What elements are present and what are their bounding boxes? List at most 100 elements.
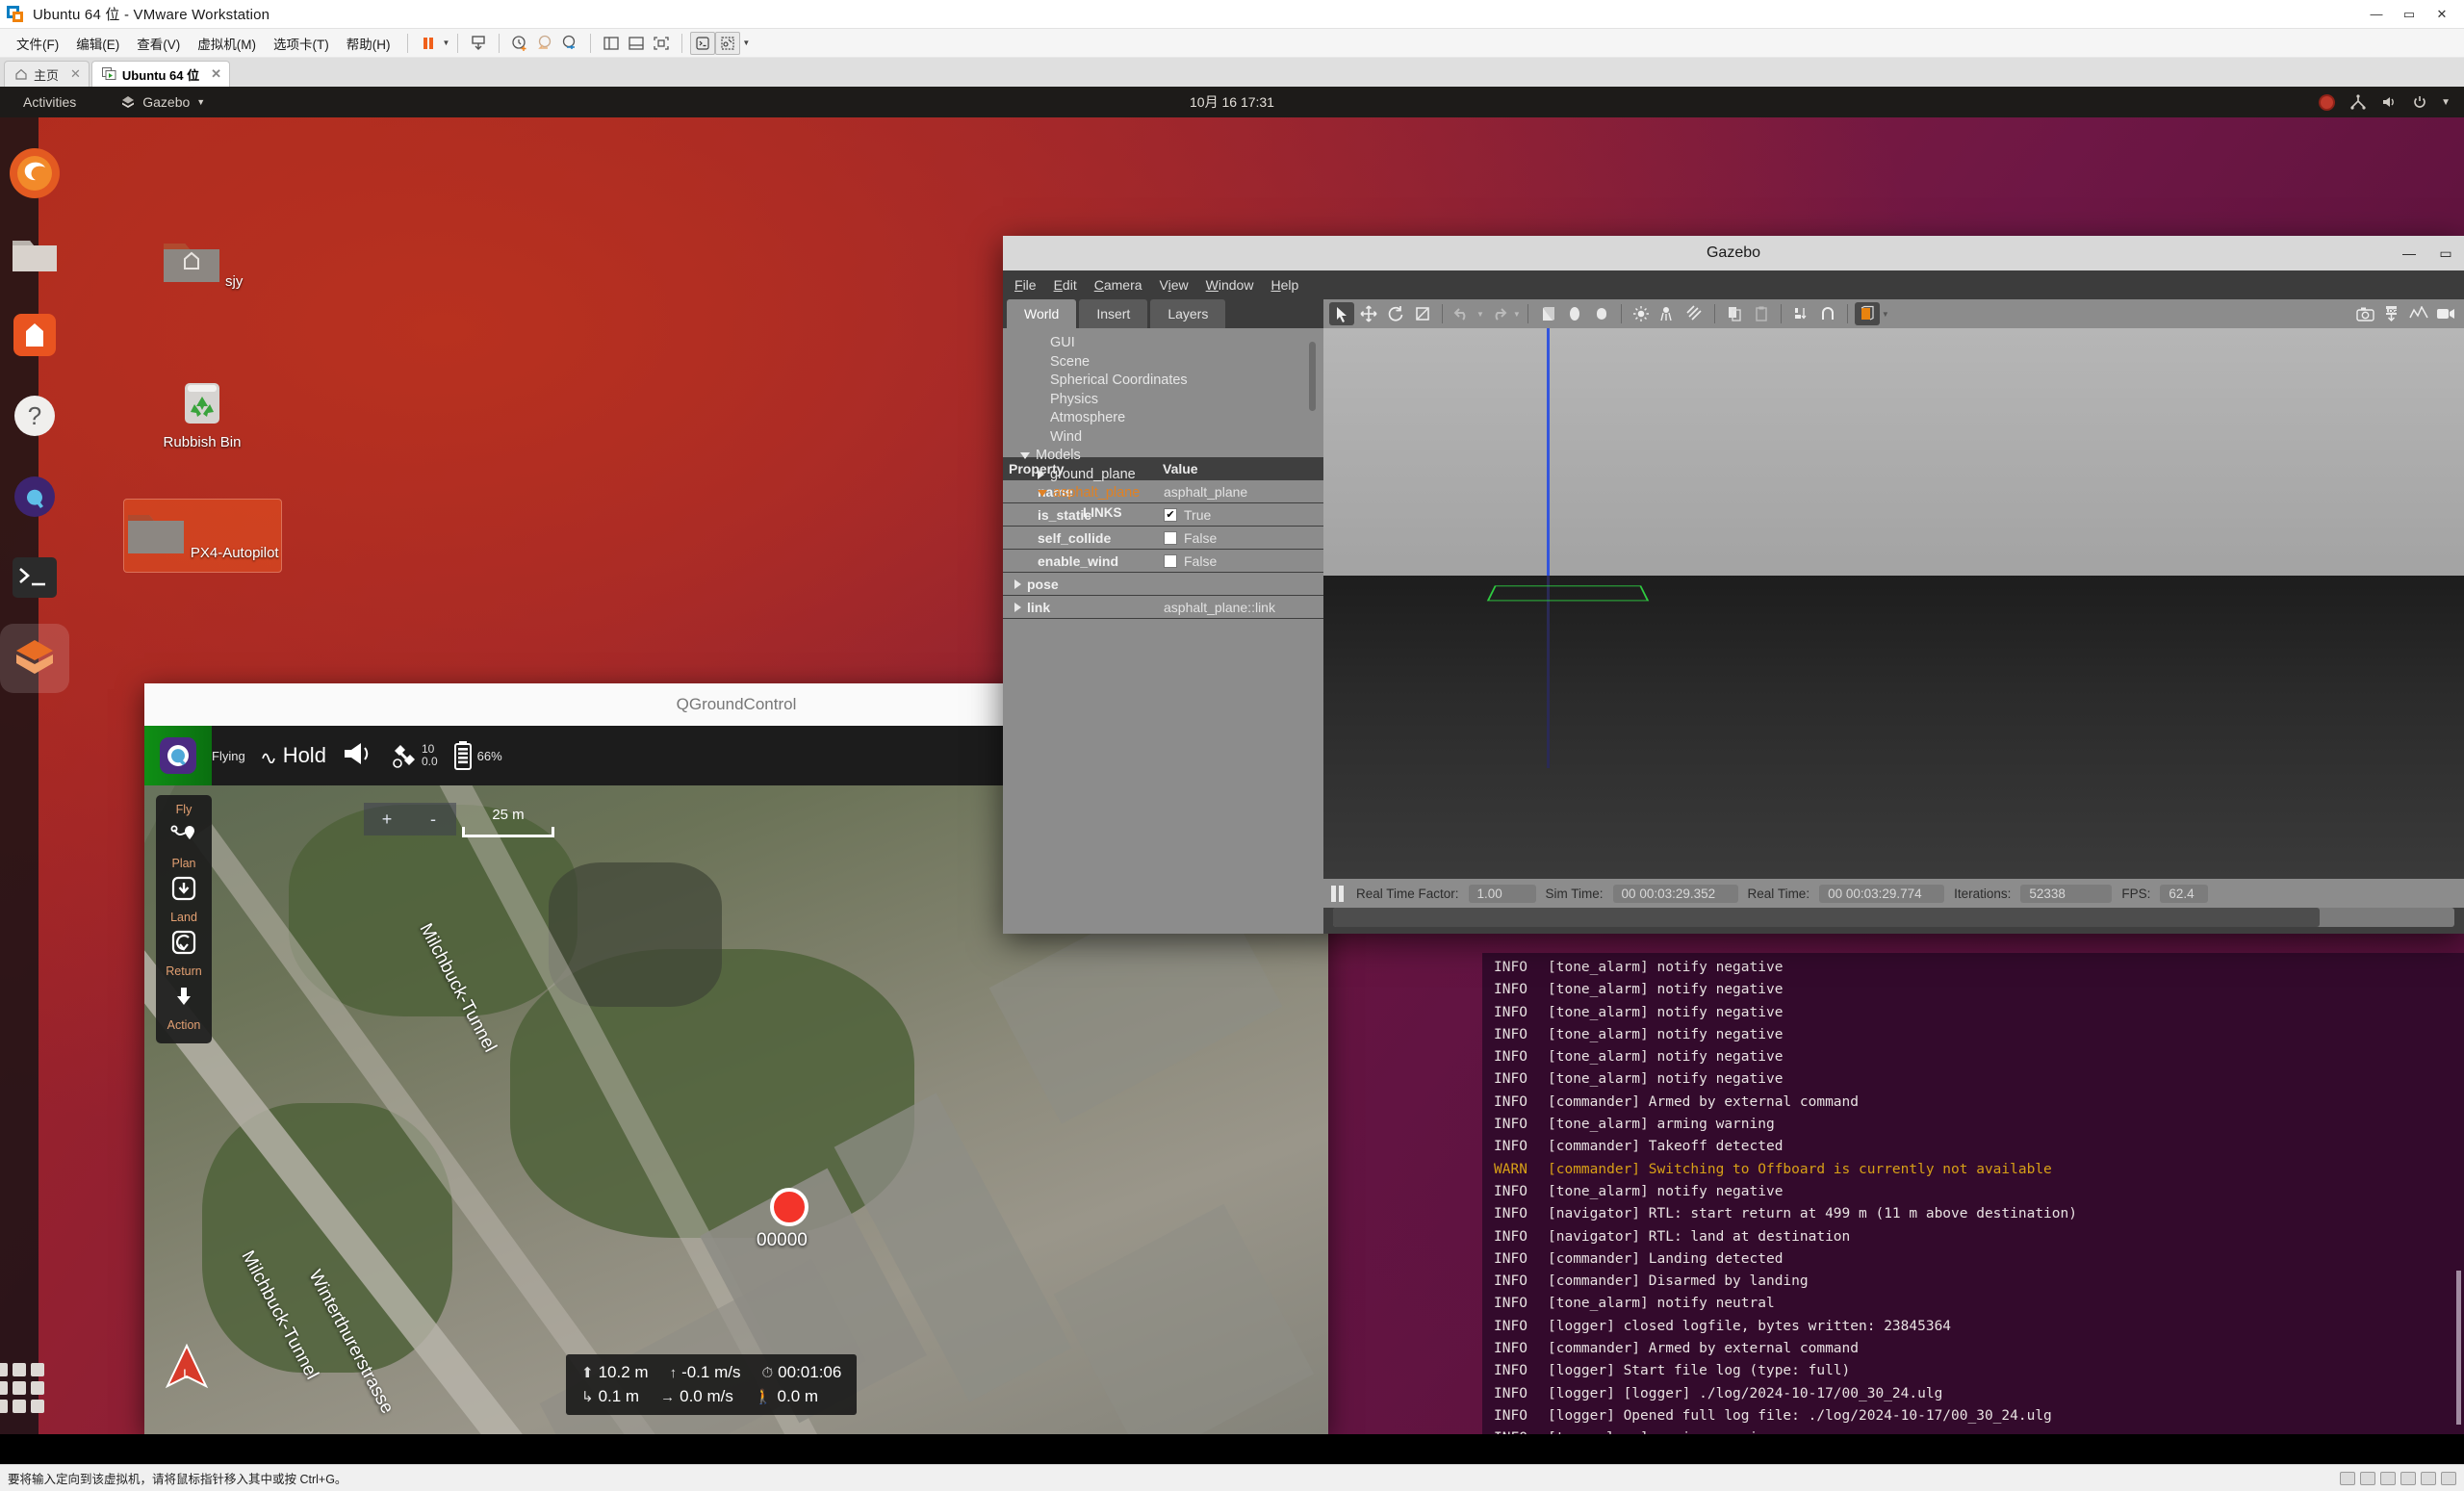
tab-ubuntu64-close-icon[interactable]: ✕	[211, 66, 221, 82]
point-light-icon[interactable]	[1629, 302, 1654, 325]
spot-light-icon[interactable]	[1656, 302, 1681, 325]
desktop-icon-rubbish-bin[interactable]: Rubbish Bin	[154, 375, 250, 451]
undo-icon[interactable]	[1450, 302, 1475, 325]
dock-item-terminal[interactable]	[0, 543, 69, 612]
home-launch-marker[interactable]: L	[162, 1343, 212, 1397]
fullscreen-icon[interactable]	[649, 32, 674, 55]
gazebo-menu-camera[interactable]: Camera	[1094, 277, 1142, 293]
tree-item-physics[interactable]: Physics	[1020, 391, 1323, 410]
ubuntu-dock[interactable]: ?	[0, 117, 69, 1434]
zoom-in-button[interactable]: +	[364, 803, 410, 835]
tree-item-asphalt-plane[interactable]: asphalt_plane	[1020, 484, 1323, 503]
menu-vm[interactable]: 虚拟机(M)	[189, 30, 265, 57]
qgc-logo-icon[interactable]	[160, 737, 196, 774]
tree-item-gui[interactable]: GUI	[1020, 334, 1323, 353]
select-tool-icon[interactable]	[1329, 302, 1354, 325]
insert-box-icon[interactable]	[1535, 302, 1560, 325]
tree-item-models[interactable]: Models	[1020, 447, 1323, 466]
gazebo-menu-edit[interactable]: Edit	[1054, 277, 1077, 293]
desktop-icon-sjy[interactable]: sjy	[154, 236, 250, 291]
show-library-icon[interactable]	[599, 32, 624, 55]
property-checkbox[interactable]	[1164, 553, 1177, 568]
view-angle-icon[interactable]	[1854, 302, 1880, 325]
snapshot-revert-icon[interactable]	[532, 32, 557, 55]
redo-dropdown-icon[interactable]: ▼	[1513, 310, 1521, 319]
property-row-enable_wind[interactable]: enable_wind False	[1003, 550, 1323, 573]
align-icon[interactable]	[1788, 302, 1813, 325]
menu-edit[interactable]: 编辑(E)	[67, 30, 128, 57]
property-row-pose[interactable]: pose	[1003, 573, 1323, 596]
property-row-self_collide[interactable]: self_collide False	[1003, 527, 1323, 550]
dock-item-help[interactable]: ?	[0, 381, 69, 450]
dock-item-firefox[interactable]	[0, 139, 69, 208]
insert-sphere-icon[interactable]	[1562, 302, 1587, 325]
desktop-icon-px4-autopilot[interactable]: PX4-Autopilot	[123, 499, 282, 573]
dock-item-software[interactable]	[0, 300, 69, 370]
remote-console-icon[interactable]	[715, 31, 741, 55]
tree-item-atmosphere[interactable]: Atmosphere	[1020, 409, 1323, 428]
tab-home-close-icon[interactable]: ✕	[70, 66, 81, 82]
return-rtl-icon[interactable]	[169, 982, 198, 1011]
plot-icon[interactable]	[2406, 302, 2431, 325]
harddisk-device-icon[interactable]	[2340, 1471, 2355, 1485]
network-icon[interactable]	[2348, 94, 2368, 110]
gazebo-tab-layers[interactable]: Layers	[1150, 299, 1226, 328]
translate-tool-icon[interactable]	[1356, 302, 1381, 325]
gps-status[interactable]: 10 0.0	[390, 742, 438, 769]
log-record-icon[interactable]: LOG	[2379, 302, 2404, 325]
property-value[interactable]: False	[1157, 553, 1323, 569]
printer-device-icon[interactable]	[2441, 1471, 2456, 1485]
scale-tool-icon[interactable]	[1410, 302, 1435, 325]
vehicle-position-marker[interactable]	[770, 1188, 808, 1226]
insert-cylinder-icon[interactable]	[1589, 302, 1614, 325]
tab-home[interactable]: 主页 ✕	[4, 61, 90, 87]
tree-item-spherical-coordinates[interactable]: Spherical Coordinates	[1020, 372, 1323, 391]
snap-icon[interactable]	[1815, 302, 1840, 325]
property-value[interactable]: False	[1157, 530, 1323, 546]
dock-item-gazebo[interactable]	[0, 624, 69, 693]
maximize-button[interactable]: ▭	[2393, 1, 2426, 28]
app-menu-gazebo[interactable]: Gazebo ▼	[111, 91, 215, 113]
chevron-down-icon[interactable]: ▼	[2441, 97, 2451, 108]
copy-icon[interactable]	[1722, 302, 1747, 325]
pause-vm-icon[interactable]	[416, 32, 441, 55]
power-icon[interactable]	[2412, 94, 2427, 110]
tree-item-scene[interactable]: Scene	[1020, 353, 1323, 373]
gazebo-maximize-button[interactable]: ▭	[2437, 245, 2454, 262]
directional-light-icon[interactable]	[1682, 302, 1707, 325]
rotate-tool-icon[interactable]	[1383, 302, 1408, 325]
tab-ubuntu64[interactable]: Ubuntu 64 位 ✕	[90, 61, 230, 87]
video-record-icon[interactable]	[2433, 302, 2458, 325]
dock-item-files[interactable]	[0, 219, 69, 289]
gazebo-tab-insert[interactable]: Insert	[1079, 299, 1148, 328]
snapshot-manager-icon[interactable]	[557, 32, 582, 55]
undo-dropdown-icon[interactable]: ▼	[1476, 310, 1484, 319]
tree-item-ground-plane[interactable]: ground_plane	[1020, 466, 1323, 485]
usb-device-icon[interactable]	[2400, 1471, 2416, 1485]
zoom-out-button[interactable]: -	[410, 803, 456, 835]
gazebo-menu-help[interactable]: Help	[1270, 277, 1298, 293]
gazebo-tab-world[interactable]: World	[1007, 299, 1077, 328]
gazebo-minimize-button[interactable]: —	[2400, 245, 2418, 261]
paste-icon[interactable]	[1749, 302, 1774, 325]
topbar-clock[interactable]: 10月 16 17:31	[1190, 92, 1274, 112]
show-thumbnails-icon[interactable]	[624, 32, 649, 55]
activities-button[interactable]: Activities	[13, 91, 86, 113]
sound-device-icon[interactable]	[2421, 1471, 2436, 1485]
tree-item-wind[interactable]: Wind	[1020, 428, 1323, 448]
gazebo-menu-window[interactable]: Window	[1206, 277, 1254, 293]
redo-icon[interactable]	[1486, 302, 1511, 325]
telemetry-rssi-icon[interactable]	[342, 740, 374, 772]
pause-simulation-button[interactable]	[1331, 885, 1347, 902]
chevron-right-icon[interactable]	[1014, 602, 1021, 612]
gazebo-3d-scene[interactable]	[1323, 328, 2464, 879]
property-checkbox[interactable]	[1164, 530, 1177, 545]
snapshot-take-icon[interactable]	[507, 32, 532, 55]
chevron-right-icon[interactable]	[1038, 470, 1044, 480]
screen-recording-icon[interactable]	[2319, 93, 2336, 111]
minimize-button[interactable]: —	[2360, 1, 2393, 28]
menu-help[interactable]: 帮助(H)	[338, 30, 399, 57]
menu-tabs[interactable]: 选项卡(T)	[265, 30, 338, 57]
vm-guest-viewport[interactable]: Activities Gazebo ▼ 10月 16 17:31 ▼ ? sjy…	[0, 87, 2464, 1464]
fly-icon[interactable]	[169, 820, 198, 849]
